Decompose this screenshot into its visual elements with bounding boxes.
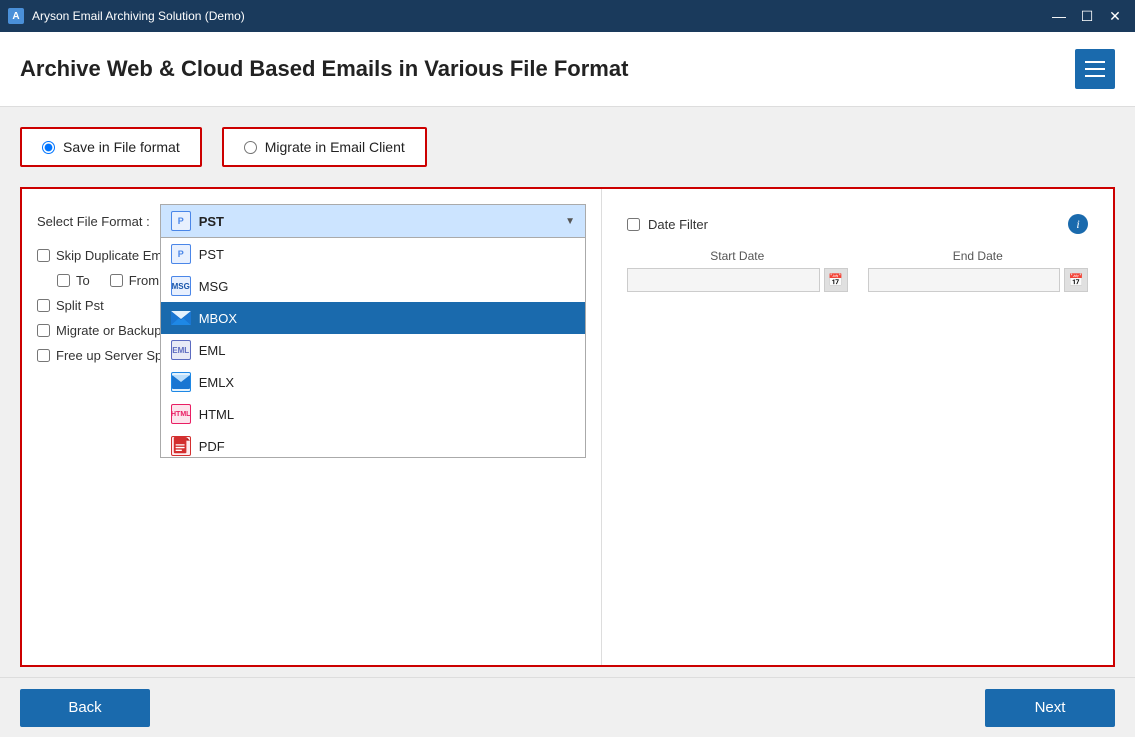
window-controls: — ☐ ✕ <box>1047 4 1127 28</box>
left-panel: Select File Format : P PST ▼ P <box>22 189 602 665</box>
end-date-calendar-button[interactable]: 📅 <box>1064 268 1088 292</box>
list-item[interactable]: EMLX <box>161 366 585 398</box>
migrate-email-label: Migrate in Email Client <box>265 139 405 155</box>
html-format-icon: HTML <box>171 404 191 424</box>
calendar-icon: 📅 <box>828 273 843 287</box>
from-checkbox-item: From <box>110 273 159 288</box>
eml-format-icon: EML <box>171 340 191 360</box>
to-label: To <box>76 273 90 288</box>
list-item[interactable]: MSG MSG <box>161 270 585 302</box>
selected-format-text: PST <box>199 214 224 229</box>
to-checkbox[interactable] <box>57 274 70 287</box>
pdf-label: PDF <box>199 439 225 454</box>
skip-duplicate-checkbox[interactable] <box>37 249 50 262</box>
minimize-button[interactable]: — <box>1047 4 1071 28</box>
list-item[interactable]: EML EML <box>161 334 585 366</box>
format-dropdown-list: P PST MSG MSG <box>160 238 586 458</box>
app-header: Archive Web & Cloud Based Emails in Vari… <box>0 32 1135 107</box>
emlx-format-icon <box>171 372 191 392</box>
right-panel: Date Filter i Start Date 📅 <box>602 189 1113 665</box>
start-date-group: Start Date 📅 <box>627 249 848 292</box>
from-checkbox[interactable] <box>110 274 123 287</box>
radio-options: Save in File format Migrate in Email Cli… <box>20 127 1115 167</box>
maximize-button[interactable]: ☐ <box>1075 4 1099 28</box>
menu-button[interactable] <box>1075 49 1115 89</box>
date-filter-label: Date Filter <box>648 217 708 232</box>
list-item[interactable]: PDF <box>161 430 585 458</box>
app-icon-letter: A <box>12 11 19 22</box>
title-bar-left: A Aryson Email Archiving Solution (Demo) <box>8 8 245 24</box>
content-panel: Select File Format : P PST ▼ P <box>20 187 1115 667</box>
footer: Back Next <box>0 677 1135 737</box>
start-date-input[interactable] <box>627 268 820 292</box>
msg-label: MSG <box>199 279 229 294</box>
date-fields: Start Date 📅 End Date <box>627 249 1088 292</box>
split-pst-checkbox[interactable] <box>37 299 50 312</box>
end-date-input[interactable] <box>868 268 1061 292</box>
end-date-input-row: 📅 <box>868 268 1089 292</box>
format-dropdown-selected[interactable]: P PST ▼ <box>160 204 586 238</box>
format-label: Select File Format : <box>37 214 150 229</box>
hamburger-line-3 <box>1085 75 1105 77</box>
date-filter-header: Date Filter i <box>627 214 1088 234</box>
format-dropdown-container: P PST ▼ P PST MSG <box>160 204 586 238</box>
page-title: Archive Web & Cloud Based Emails in Vari… <box>20 56 628 82</box>
migrate-email-radio[interactable] <box>244 141 257 154</box>
main-content: Save in File format Migrate in Email Cli… <box>0 107 1135 677</box>
hamburger-line-2 <box>1085 68 1105 70</box>
next-button[interactable]: Next <box>985 689 1115 727</box>
title-bar: A Aryson Email Archiving Solution (Demo)… <box>0 0 1135 32</box>
pst-label: PST <box>199 247 224 262</box>
start-date-label: Start Date <box>627 249 848 263</box>
app-title: Aryson Email Archiving Solution (Demo) <box>32 9 245 23</box>
list-item[interactable]: P PST <box>161 238 585 270</box>
calendar-icon: 📅 <box>1069 273 1084 287</box>
save-file-option[interactable]: Save in File format <box>20 127 202 167</box>
migrate-backup-checkbox[interactable] <box>37 324 50 337</box>
emlx-icon-svg <box>172 375 190 389</box>
mbox-envelope-svg <box>171 311 191 325</box>
list-item[interactable]: MBOX <box>161 302 585 334</box>
app-icon: A <box>8 8 24 24</box>
from-label: From <box>129 273 159 288</box>
date-filter-section: Date Filter i Start Date 📅 <box>617 204 1098 302</box>
to-checkbox-item: To <box>57 273 90 288</box>
hamburger-line-1 <box>1085 61 1105 63</box>
back-button[interactable]: Back <box>20 689 150 727</box>
save-file-radio[interactable] <box>42 141 55 154</box>
info-icon[interactable]: i <box>1068 214 1088 234</box>
format-selector-row: Select File Format : P PST ▼ P <box>37 204 586 238</box>
msg-format-icon: MSG <box>171 276 191 296</box>
free-up-checkbox[interactable] <box>37 349 50 362</box>
pst-format-icon: P <box>171 244 191 264</box>
mbox-format-icon <box>171 308 191 328</box>
close-button[interactable]: ✕ <box>1103 4 1127 28</box>
emlx-label: EMLX <box>199 375 234 390</box>
migrate-email-option[interactable]: Migrate in Email Client <box>222 127 427 167</box>
list-item[interactable]: HTML HTML <box>161 398 585 430</box>
split-pst-label: Split Pst <box>56 298 104 313</box>
end-date-group: End Date 📅 <box>868 249 1089 292</box>
end-date-label: End Date <box>868 249 1089 263</box>
date-filter-checkbox[interactable] <box>627 218 640 231</box>
dropdown-arrow-icon: ▼ <box>565 216 575 227</box>
eml-label: EML <box>199 343 226 358</box>
pst-icon: P <box>171 211 191 231</box>
start-date-calendar-button[interactable]: 📅 <box>824 268 848 292</box>
pdf-format-icon <box>171 436 191 456</box>
start-date-input-row: 📅 <box>627 268 848 292</box>
mbox-label: MBOX <box>199 311 237 326</box>
pdf-icon-svg <box>172 436 190 456</box>
html-label: HTML <box>199 407 234 422</box>
save-file-label: Save in File format <box>63 139 180 155</box>
